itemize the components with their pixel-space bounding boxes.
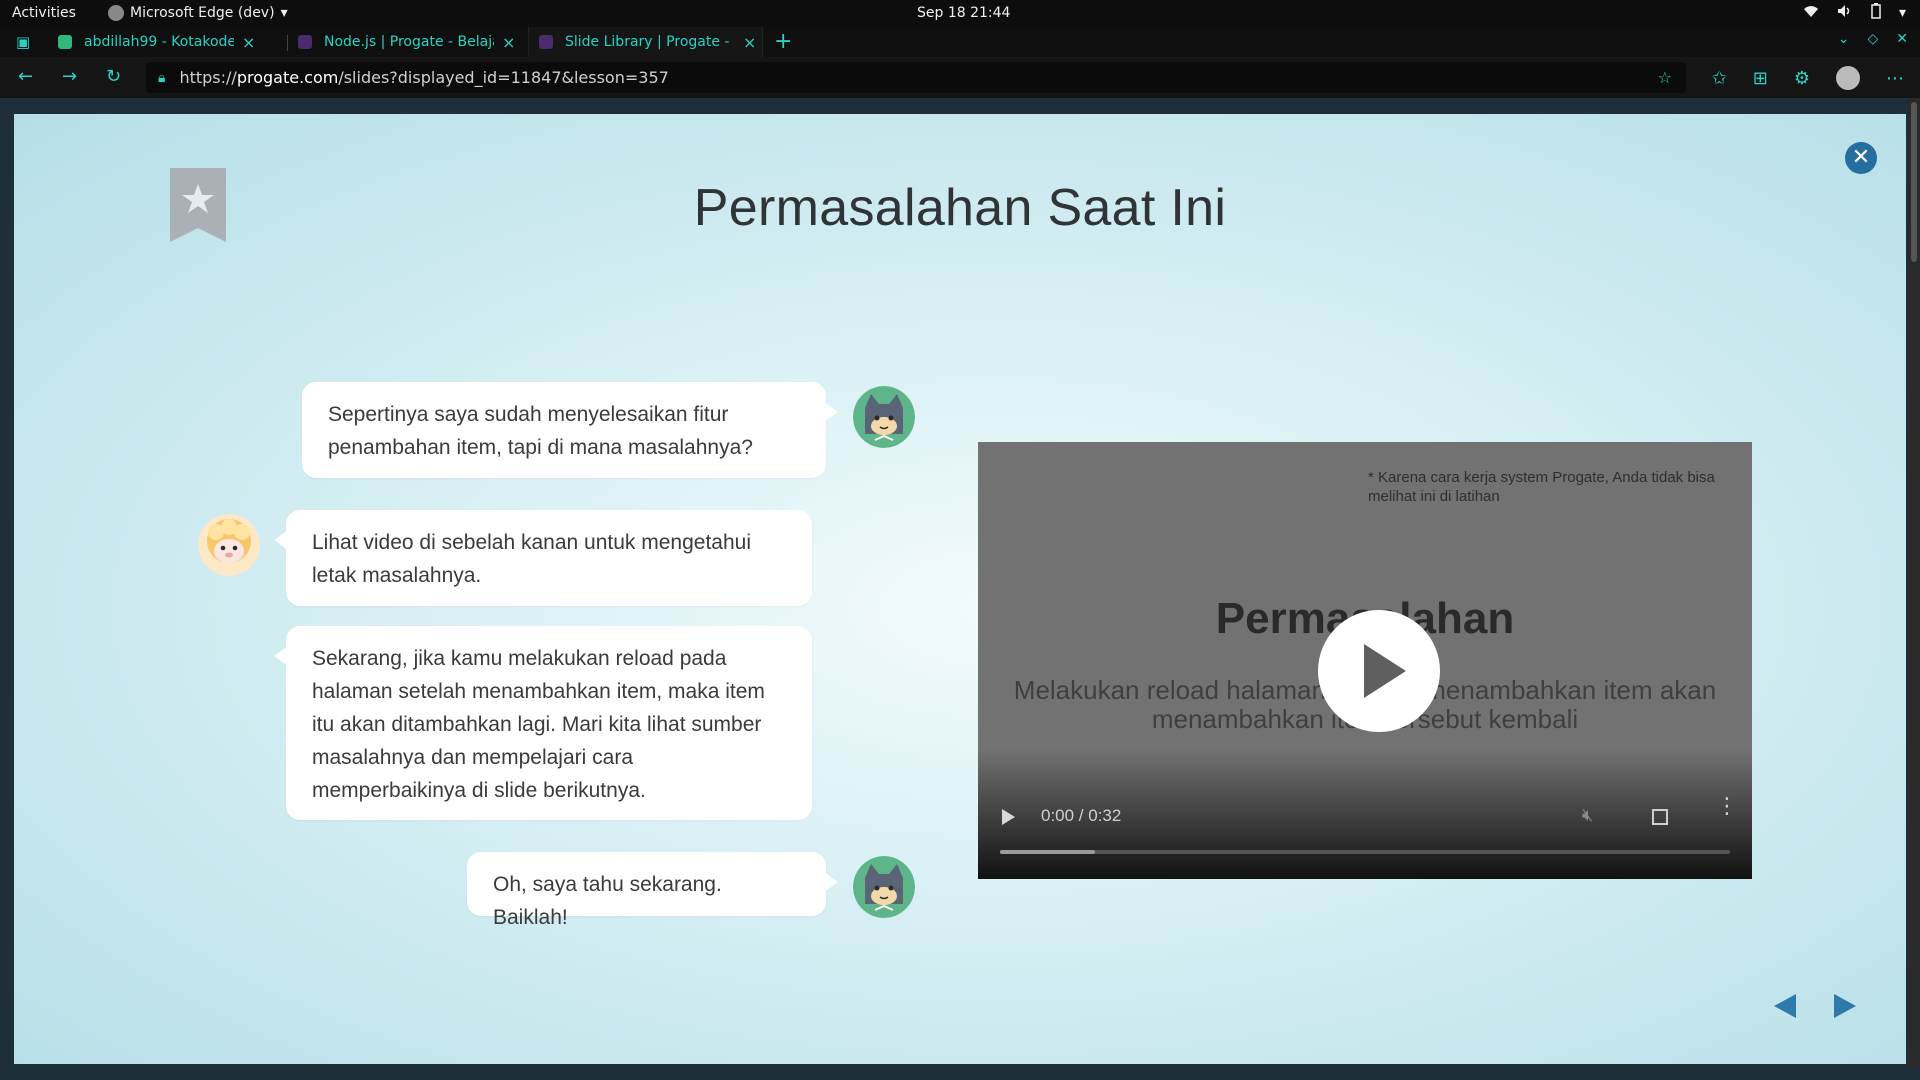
chat-bubble: Sepertinya saya sudah menyelesaikan fitu… (302, 382, 838, 478)
favorites-icon[interactable]: ✩ (1712, 68, 1727, 89)
mute-icon[interactable]: 🔇︎ (1582, 805, 1593, 826)
add-favorite-icon[interactable]: ☆ (1658, 68, 1672, 87)
ninja-cat-avatar (853, 386, 915, 448)
scrollbar-thumb[interactable] (1911, 102, 1917, 262)
video-controls: 0:00 / 0:32 🔇︎ ⋮ (978, 796, 1752, 839)
more-menu-icon[interactable]: ⋯ (1886, 68, 1904, 89)
app-menu[interactable]: Microsoft Edge (dev) ▾ (108, 5, 288, 21)
tab-title: Slide Library | Progate - B (565, 34, 735, 50)
tab-bar: ▣ abdillah99 - Kotakode.com × Node.js | … (0, 27, 1920, 57)
chat-message-text: Sekarang, jika kamu melakukan reload pad… (312, 647, 765, 802)
forward-icon[interactable]: → (62, 66, 77, 87)
chat-bubble: Oh, saya tahu sekarang. Baiklah! (467, 852, 838, 929)
activities-button[interactable]: Activities (12, 5, 76, 21)
tab-actions-icon[interactable]: ▣ (16, 33, 30, 51)
close-icon: ✕ (1851, 145, 1871, 170)
slide-title: Permasalahan Saat Ini (693, 179, 1227, 237)
video-note: * Karena cara kerja system Progate, Anda… (1368, 469, 1715, 505)
chevron-down-icon: ▾ (280, 5, 288, 21)
url-path: /slides?displayed_id=11847&lesson=357 (338, 68, 669, 87)
app-menu-label: Microsoft Edge (dev) (130, 5, 275, 21)
new-tab-icon[interactable]: + (774, 29, 792, 54)
address-input[interactable]: 🔒︎ https://progate.com/slides?displayed_… (146, 62, 1686, 93)
volume-icon (1837, 4, 1853, 22)
sheep-avatar (198, 514, 260, 576)
chat-message-text: Lihat video di sebelah kanan untuk menge… (312, 531, 751, 587)
close-slide-button[interactable]: ✕ (1845, 142, 1877, 174)
chat-bubble: Lihat video di sebelah kanan untuk menge… (274, 510, 812, 606)
chat-message-text: Oh, saya tahu sekarang. Baiklah! (493, 873, 722, 929)
url-host: progate.com (236, 68, 339, 87)
previous-slide-button[interactable] (1774, 994, 1796, 1018)
video-progress-track[interactable] (1000, 850, 1730, 854)
chat-message-text: Sepertinya saya sudah menyelesaikan fitu… (328, 403, 753, 459)
close-tab-icon[interactable]: × (242, 33, 255, 52)
power-menu-icon: ▾ (1898, 5, 1906, 21)
window-close-icon[interactable]: ✕ (1896, 31, 1908, 47)
tab-title: Node.js | Progate - Belajar (324, 34, 494, 50)
battery-icon (1871, 3, 1881, 23)
next-slide-button[interactable] (1834, 994, 1856, 1018)
slide-modal: Permasalahan Saat Ini ✕ Sepertinya saya … (14, 114, 1906, 1064)
ninja-cat-avatar (853, 856, 915, 918)
profile-avatar-icon[interactable] (1836, 66, 1860, 90)
video-time: 0:00 / 0:32 (1041, 806, 1122, 825)
tab-kotakode[interactable]: abdillah99 - Kotakode.com × (58, 27, 280, 57)
close-tab-icon[interactable]: × (743, 33, 756, 52)
system-tray[interactable]: ▾ (1803, 3, 1906, 23)
video-play-overlay-button[interactable] (1318, 610, 1440, 732)
url-prefix: https:// (179, 68, 237, 87)
clock[interactable]: Sep 18 21:44 (917, 5, 1010, 21)
play-icon[interactable] (1002, 809, 1015, 825)
video-player[interactable]: * Karena cara kerja system Progate, Anda… (978, 442, 1752, 879)
progate-favicon-icon (539, 35, 553, 49)
tab-slide-library[interactable]: Slide Library | Progate - B × (528, 27, 763, 57)
wifi-icon (1803, 4, 1819, 22)
edge-dev-icon[interactable]: ◇ (1867, 31, 1878, 47)
back-icon[interactable]: ← (18, 66, 33, 87)
page-scrollbar[interactable] (1908, 98, 1920, 1068)
video-buffered-bar (1000, 850, 1095, 854)
tab-title: abdillah99 - Kotakode.com (84, 34, 234, 50)
tab-nodejs-progate[interactable]: Node.js | Progate - Belajar × (298, 27, 520, 57)
chat-bubble: Sekarang, jika kamu melakukan reload pad… (274, 626, 812, 820)
tab-list-chevron-icon[interactable]: ⌄ (1838, 31, 1850, 47)
fullscreen-icon[interactable] (1652, 809, 1668, 825)
address-toolbar: ← → ↻ 🔒︎ https://progate.com/slides?disp… (0, 57, 1920, 98)
lock-icon[interactable]: 🔒︎ (158, 70, 165, 86)
progate-favicon-icon (298, 35, 312, 49)
refresh-icon[interactable]: ↻ (106, 66, 121, 87)
kotakode-favicon-icon (58, 35, 72, 49)
collections-icon[interactable]: ⊞ (1753, 68, 1768, 89)
close-tab-icon[interactable]: × (502, 33, 515, 52)
extensions-icon[interactable]: ⚙ (1794, 68, 1810, 89)
more-options-icon[interactable]: ⋮ (1716, 796, 1738, 818)
system-top-bar: Activities Microsoft Edge (dev) ▾ Sep 18… (0, 0, 1920, 27)
edge-icon (108, 5, 124, 21)
